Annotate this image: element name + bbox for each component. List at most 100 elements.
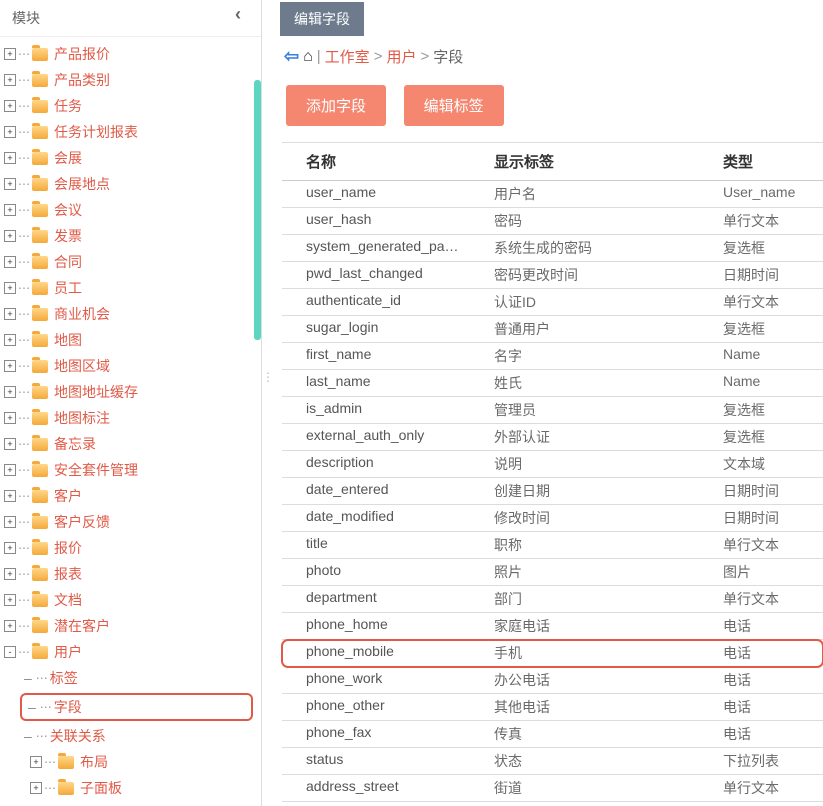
sidebar-item-label[interactable]: 员工 <box>54 278 82 298</box>
table-row[interactable]: date_modified修改时间日期时间 <box>282 505 823 532</box>
sidebar-item-label[interactable]: 报表 <box>54 564 82 584</box>
sidebar-item-label[interactable]: 子面板 <box>80 778 122 798</box>
sidebar-item-label[interactable]: 字段 <box>54 697 82 717</box>
sidebar-item[interactable]: +⋯地图区域 <box>2 353 261 379</box>
sidebar-item[interactable]: +⋯客户反馈 <box>2 509 261 535</box>
sidebar-item[interactable]: +⋯产品报价 <box>2 41 261 67</box>
tab-edit-fields[interactable]: 编辑字段 <box>280 2 364 36</box>
expand-icon[interactable]: + <box>4 438 16 450</box>
sidebar-item[interactable]: -⋯用户 <box>2 639 261 665</box>
sidebar-item[interactable]: +⋯潜在客户 <box>2 613 261 639</box>
sidebar-item[interactable]: +⋯报价 <box>2 535 261 561</box>
sidebar-item[interactable]: +⋯地图 <box>2 327 261 353</box>
table-row[interactable]: authenticate_id认证ID单行文本 <box>282 289 823 316</box>
sidebar-item-label[interactable]: 潜在客户 <box>54 616 110 636</box>
col-type[interactable]: 类型 <box>713 143 823 180</box>
sidebar-item[interactable]: +⋯文档 <box>2 587 261 613</box>
table-row[interactable]: phone_mobile手机电话 <box>282 640 823 667</box>
sidebar-item-label[interactable]: 关联关系 <box>50 726 106 746</box>
sidebar-item[interactable]: +⋯合同 <box>2 249 261 275</box>
table-row[interactable]: last_name姓氏Name <box>282 370 823 397</box>
expand-icon[interactable]: + <box>4 490 16 502</box>
table-row[interactable]: title职称单行文本 <box>282 532 823 559</box>
sidebar-item[interactable]: +⋯备忘录 <box>2 431 261 457</box>
add-field-button[interactable]: 添加字段 <box>286 85 386 126</box>
table-row[interactable]: sugar_login普通用户复选框 <box>282 316 823 343</box>
expand-icon[interactable]: + <box>4 412 16 424</box>
table-row[interactable]: address_city城市单行文本 <box>282 802 823 806</box>
sidebar-item-label[interactable]: 客户 <box>54 486 82 506</box>
expand-icon[interactable]: + <box>4 334 16 346</box>
expand-icon[interactable]: + <box>4 204 16 216</box>
expand-icon[interactable]: + <box>4 360 16 372</box>
sidebar-item-label[interactable]: 备忘录 <box>54 434 96 454</box>
home-icon[interactable]: ⌂ <box>303 48 313 66</box>
sidebar-item[interactable]: +⋯子面板 <box>2 775 261 801</box>
breadcrumb-studio[interactable]: 工作室 <box>325 46 370 67</box>
scrollbar-thumb[interactable] <box>254 80 261 340</box>
expand-icon[interactable]: + <box>4 126 16 138</box>
expand-icon[interactable]: + <box>4 386 16 398</box>
sidebar-item[interactable]: +⋯会议 <box>2 197 261 223</box>
table-row[interactable]: phone_home家庭电话电话 <box>282 613 823 640</box>
sidebar-item-label[interactable]: 发票 <box>54 226 82 246</box>
sidebar-item-label[interactable]: 文档 <box>54 590 82 610</box>
table-row[interactable]: date_entered创建日期日期时间 <box>282 478 823 505</box>
table-row[interactable]: phone_work办公电话电话 <box>282 667 823 694</box>
sidebar-item-label[interactable]: 报价 <box>54 538 82 558</box>
sidebar-item-label[interactable]: 产品报价 <box>54 44 110 64</box>
sidebar-item-label[interactable]: 用户 <box>54 642 82 662</box>
table-row[interactable]: department部门单行文本 <box>282 586 823 613</box>
sidebar-item[interactable]: +⋯客户 <box>2 483 261 509</box>
expand-icon[interactable]: + <box>4 74 16 86</box>
sidebar-item[interactable]: +⋯安全套件管理 <box>2 457 261 483</box>
expand-icon[interactable]: + <box>4 542 16 554</box>
sidebar-item-label[interactable]: 合同 <box>54 252 82 272</box>
sidebar-item-label[interactable]: 地图标注 <box>54 408 110 428</box>
table-row[interactable]: pwd_last_changed密码更改时间日期时间 <box>282 262 823 289</box>
expand-icon[interactable]: + <box>4 594 16 606</box>
sidebar-item-label[interactable]: 任务 <box>54 96 82 116</box>
edit-labels-button[interactable]: 编辑标签 <box>404 85 504 126</box>
sidebar-item-label[interactable]: 地图区域 <box>54 356 110 376</box>
sidebar-item-label[interactable]: 地图 <box>54 330 82 350</box>
table-row[interactable]: status状态下拉列表 <box>282 748 823 775</box>
expand-icon[interactable]: + <box>4 282 16 294</box>
expand-icon[interactable]: + <box>4 308 16 320</box>
col-label[interactable]: 显示标签 <box>470 143 713 180</box>
sidebar-item-label[interactable]: 标签 <box>50 668 78 688</box>
sidebar-item[interactable]: +⋯报表 <box>2 561 261 587</box>
expand-icon[interactable]: + <box>4 516 16 528</box>
table-row[interactable]: description说明文本域 <box>282 451 823 478</box>
sidebar-item[interactable]: +⋯产品类别 <box>2 67 261 93</box>
sidebar-item[interactable]: +⋯地图地址缓存 <box>2 379 261 405</box>
expand-icon[interactable]: + <box>4 152 16 164</box>
sidebar-item[interactable]: +⋯布局 <box>2 749 261 775</box>
sidebar-item-label[interactable]: 布局 <box>80 752 108 772</box>
table-row[interactable]: external_auth_only外部认证复选框 <box>282 424 823 451</box>
sidebar-item[interactable]: +⋯员工 <box>2 275 261 301</box>
table-row[interactable]: first_name名字Name <box>282 343 823 370</box>
sidebar-item-label[interactable]: 地图地址缓存 <box>54 382 138 402</box>
expand-icon[interactable]: - <box>4 646 16 658</box>
sidebar-item[interactable]: +⋯任务计划报表 <box>2 119 261 145</box>
expand-icon[interactable]: + <box>4 256 16 268</box>
expand-icon[interactable]: + <box>4 100 16 112</box>
table-row[interactable]: user_hash密码单行文本 <box>282 208 823 235</box>
back-icon[interactable]: ⇦ <box>284 46 299 67</box>
sidebar-item[interactable]: –⋯字段 <box>20 693 253 721</box>
expand-icon[interactable]: + <box>30 782 42 794</box>
expand-icon[interactable]: + <box>4 230 16 242</box>
table-row[interactable]: is_admin管理员复选框 <box>282 397 823 424</box>
sidebar-item[interactable]: +⋯地图标注 <box>2 405 261 431</box>
expand-icon[interactable]: + <box>4 464 16 476</box>
sidebar-item[interactable]: –⋯关联关系 <box>2 723 261 749</box>
breadcrumb-user[interactable]: 用户 <box>386 46 416 67</box>
sidebar-item[interactable]: +⋯商业机会 <box>2 301 261 327</box>
table-row[interactable]: user_name用户名User_name <box>282 181 823 208</box>
sidebar-item-label[interactable]: 会议 <box>54 200 82 220</box>
sidebar-item[interactable]: +⋯会展 <box>2 145 261 171</box>
table-row[interactable]: system_generated_passw系统生成的密码复选框 <box>282 235 823 262</box>
expand-icon[interactable]: + <box>30 756 42 768</box>
sidebar-item[interactable]: +⋯任务 <box>2 93 261 119</box>
